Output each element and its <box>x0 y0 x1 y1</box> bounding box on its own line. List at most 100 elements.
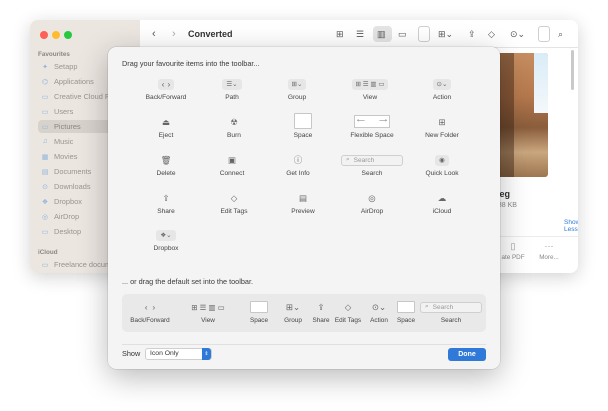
default-item-space-2: Space <box>394 300 418 324</box>
movies-icon: ▦ <box>41 153 49 161</box>
space-icon <box>397 301 415 313</box>
show-label: Show <box>122 349 141 358</box>
space-icon <box>250 301 268 313</box>
list-view-icon[interactable]: ☰ <box>356 20 364 48</box>
space-placeholder <box>418 26 430 42</box>
show-less-link[interactable]: Show Less <box>564 219 578 233</box>
customize-toolbar-sheet: Drag your favourite items into the toolb… <box>108 47 500 369</box>
divider <box>122 344 486 345</box>
folder-icon: ▭ <box>41 123 49 131</box>
toolbar-item-quick-look[interactable]: ◉ Quick Look <box>404 153 480 185</box>
toolbar-item-icloud[interactable]: ☁ iCloud <box>404 191 480 223</box>
default-toolbar-set[interactable]: ‹ › Back/Forward ⊞ ☰ ▥ ▭ View Space ⊞⌄ G… <box>122 294 486 332</box>
create-pdf-button[interactable]: ▯ ate PDF <box>496 241 530 261</box>
more-icon: ⋯ <box>544 241 554 251</box>
toolbar-item-search[interactable]: ⌕ Search Search <box>334 153 410 185</box>
toolbar-item-delete[interactable]: 🗑 Delete <box>128 153 204 185</box>
default-item-edit-tags: ◇ Edit Tags <box>334 301 362 325</box>
burn-icon: ☢ <box>230 116 238 127</box>
favourites-section-label: Favourites <box>38 51 70 58</box>
space-icon <box>294 113 312 129</box>
search-icon[interactable]: ⌕ <box>558 20 563 48</box>
toolbar-item-group[interactable]: ⊞⌄ Group <box>259 77 335 109</box>
forward-icon[interactable]: › <box>172 20 176 48</box>
desktop-icon: ▭ <box>41 228 49 236</box>
toolbar-item-eject[interactable]: ⏏ Eject <box>128 115 204 147</box>
back-forward-icon: ‹ › <box>144 301 156 312</box>
tag-icon[interactable]: ◇ <box>488 20 495 48</box>
connect-icon: ▣ <box>227 154 237 165</box>
group-icon[interactable]: ⊞⌄ <box>438 20 453 48</box>
default-item-view: ⊞ ☰ ▥ ▭ View <box>191 302 225 325</box>
icon-view-icon[interactable]: ⊞ <box>336 20 344 48</box>
flexible-space-icon: ⟵ ⟶ <box>354 114 390 128</box>
toolbar-item-action[interactable]: ⊙⌄ Action <box>404 77 480 109</box>
toolbar-item-share[interactable]: ⇪ Share <box>128 191 204 223</box>
toolbar-item-dropbox[interactable]: ❖⌄ Dropbox <box>128 228 204 260</box>
drag-items-heading: Drag your favourite items into the toolb… <box>122 59 260 68</box>
toolbar-item-space[interactable]: Space <box>265 112 341 144</box>
icloud-section-label: iCloud <box>38 249 58 256</box>
applications-icon: ⌬ <box>41 78 49 86</box>
share-icon: ⇪ <box>317 301 325 312</box>
chevron-updown-icon: ⇕ <box>202 348 211 360</box>
new-folder-icon: ⊞ <box>438 116 446 127</box>
default-item-share: ⇪ Share <box>312 301 330 325</box>
document-icon: ▤ <box>41 168 49 176</box>
toolbar-item-get-info[interactable]: ⓘ Get Info <box>260 153 336 185</box>
eject-icon: ⏏ <box>161 116 171 127</box>
toolbar-item-burn[interactable]: ☢ Burn <box>196 115 272 147</box>
toolbar-item-new-folder[interactable]: ⊞ New Folder <box>404 115 480 147</box>
default-item-search: ⌕ Search Search <box>418 300 484 324</box>
path-icon: ☰⌄ <box>222 78 242 90</box>
show-mode-select[interactable]: Icon Only ⇕ <box>145 348 212 360</box>
music-icon: ♫ <box>42 138 48 145</box>
tag-icon: ◇ <box>230 192 238 203</box>
search-icon: ⌕ Search <box>420 301 482 313</box>
folder-icon: ▭ <box>41 93 49 101</box>
tag-icon: ◇ <box>344 301 352 312</box>
share-icon[interactable]: ⇪ <box>468 20 476 48</box>
toolbar-item-flexible-space[interactable]: ⟵ ⟶ Flexible Space <box>334 112 410 144</box>
finder-toolbar: ‹ › Converted ⊞ ☰ ▥ ▭ ⊞⌄ ⇪ ◇ ⊙⌄ ⌕ <box>140 20 578 48</box>
airdrop-icon: ◎ <box>41 213 49 221</box>
document-icon: ▯ <box>510 241 516 251</box>
space-placeholder <box>538 26 550 42</box>
gallery-view-icon[interactable]: ▭ <box>398 20 407 48</box>
action-icon: ⊙⌄ <box>432 78 452 90</box>
folder-icon: ▭ <box>41 261 49 269</box>
toolbar-item-back-forward[interactable]: ‹ › Back/Forward <box>128 77 204 109</box>
view-icon: ⊞ ☰ ▥ ▭ <box>351 78 389 90</box>
done-button[interactable]: Done <box>448 348 486 361</box>
setapp-icon: ✦ <box>42 63 48 71</box>
default-item-back-forward: ‹ › Back/Forward <box>130 301 170 325</box>
back-icon[interactable]: ‹ <box>152 20 156 48</box>
icloud-icon: ☁ <box>437 192 447 203</box>
preview-icon: ▤ <box>298 192 308 203</box>
close-window-button[interactable] <box>40 31 48 39</box>
airdrop-icon: ◎ <box>368 192 376 203</box>
dropbox-icon: ❖ <box>41 198 49 206</box>
more-actions-button[interactable]: ⋯ More... <box>532 241 566 261</box>
toolbar-item-airdrop[interactable]: ◎ AirDrop <box>334 191 410 223</box>
minimize-window-button[interactable] <box>52 31 60 39</box>
action-icon[interactable]: ⊙⌄ <box>510 20 525 48</box>
toolbar-item-edit-tags[interactable]: ◇ Edit Tags <box>196 191 272 223</box>
toolbar-item-view[interactable]: ⊞ ☰ ▥ ▭ View <box>332 77 408 109</box>
back-forward-icon: ‹ › <box>157 78 175 90</box>
default-item-group: ⊞⌄ Group <box>284 301 302 325</box>
folder-icon: ▭ <box>41 108 49 116</box>
window-title: Converted <box>188 29 233 39</box>
view-icon: ⊞ ☰ ▥ ▭ <box>191 302 225 312</box>
toolbar-item-preview[interactable]: ▤ Preview <box>265 191 341 223</box>
eye-icon: ◉ <box>435 154 449 166</box>
share-icon: ⇪ <box>162 192 170 203</box>
dropbox-icon: ❖⌄ <box>156 229 176 241</box>
default-set-heading: ... or drag the default set into the too… <box>122 277 254 286</box>
scrollbar[interactable] <box>571 50 574 90</box>
search-icon: ⌕ Search <box>341 154 403 166</box>
group-icon: ⊞⌄ <box>285 301 301 312</box>
zoom-window-button[interactable] <box>64 31 72 39</box>
downloads-icon: ⊙ <box>42 183 48 191</box>
toolbar-item-connect[interactable]: ▣ Connect <box>194 153 270 185</box>
